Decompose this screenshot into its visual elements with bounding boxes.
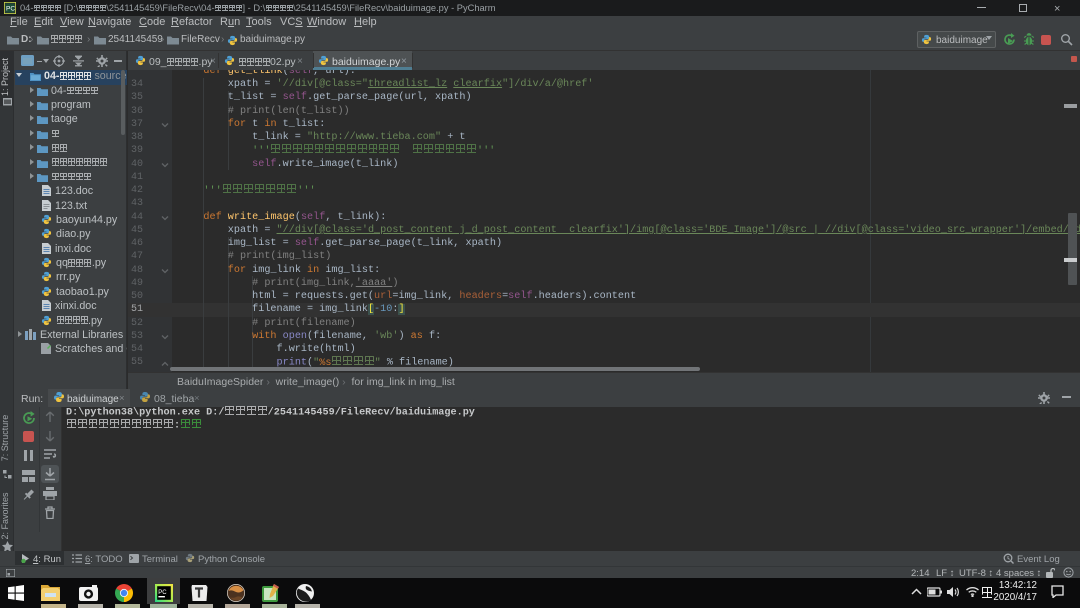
svg-text:PC: PC (158, 590, 167, 596)
svg-text:PC: PC (6, 6, 15, 13)
